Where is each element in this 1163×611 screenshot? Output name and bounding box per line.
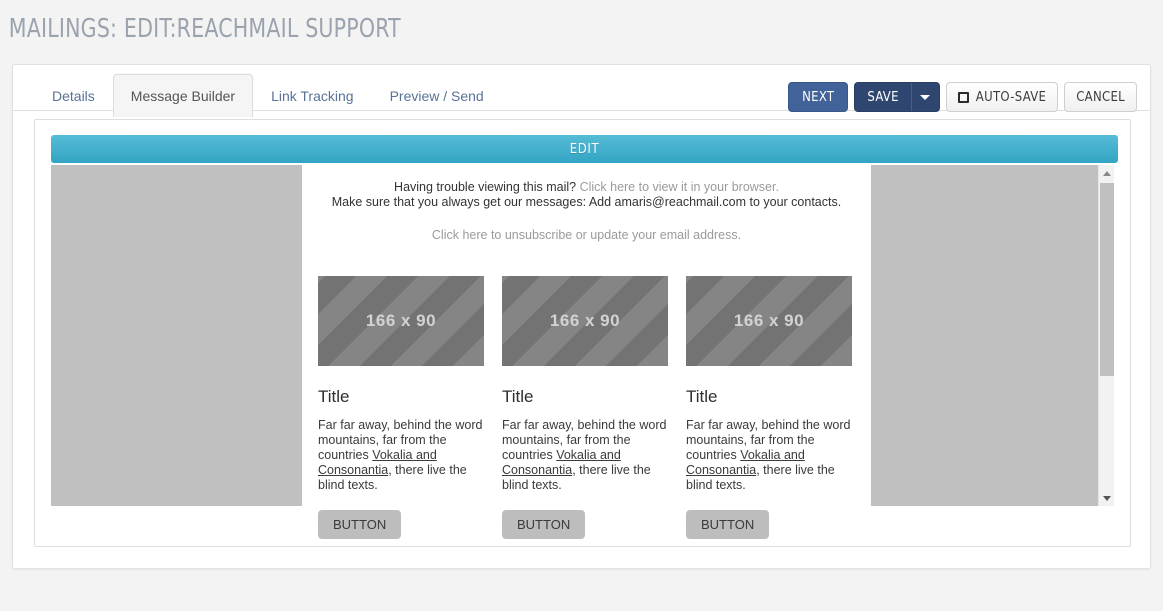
triangle-down-icon bbox=[1103, 496, 1111, 501]
column-text-3: Far far away, behind the word mountains,… bbox=[686, 418, 852, 493]
content-column-3: 166 x 90 Title Far far away, behind the … bbox=[686, 276, 852, 539]
image-placeholder-label: 166 x 90 bbox=[734, 311, 804, 331]
checkbox-icon bbox=[958, 92, 969, 103]
email-body: Having trouble viewing this mail? Click … bbox=[302, 165, 871, 506]
action-buttons: NEXT SAVE AUTO-SAVE CANCEL bbox=[788, 82, 1137, 112]
view-in-browser-link[interactable]: Click here to view it in your browser. bbox=[580, 180, 779, 194]
triangle-up-icon bbox=[1103, 171, 1111, 176]
auto-save-button[interactable]: AUTO-SAVE bbox=[946, 82, 1058, 112]
tab-details[interactable]: Details bbox=[34, 74, 113, 117]
preheader-text: Having trouble viewing this mail? Click … bbox=[302, 180, 871, 210]
save-button[interactable]: SAVE bbox=[855, 83, 910, 111]
column-cta-button-2[interactable]: BUTTON bbox=[502, 510, 585, 539]
column-cta-button-1[interactable]: BUTTON bbox=[318, 510, 401, 539]
column-title-1: Title bbox=[318, 387, 484, 407]
preheader-line-2: Make sure that you always get our messag… bbox=[302, 195, 871, 210]
column-text-2: Far far away, behind the word mountains,… bbox=[502, 418, 668, 493]
column-title-3: Title bbox=[686, 387, 852, 407]
image-placeholder-label: 166 x 90 bbox=[366, 311, 436, 331]
column-text-1: Far far away, behind the word mountains,… bbox=[318, 418, 484, 493]
content-column-2: 166 x 90 Title Far far away, behind the … bbox=[502, 276, 668, 539]
auto-save-label: AUTO-SAVE bbox=[976, 90, 1046, 105]
image-placeholder-3[interactable]: 166 x 90 bbox=[686, 276, 852, 366]
tab-message-builder[interactable]: Message Builder bbox=[113, 74, 253, 117]
canvas-gutter-left bbox=[51, 165, 302, 506]
page-title: MAILINGS: EDIT:REACHMAIL SUPPORT bbox=[0, 0, 1023, 56]
scrollbar-thumb[interactable] bbox=[1100, 183, 1114, 376]
content-column-1: 166 x 90 Title Far far away, behind the … bbox=[318, 276, 484, 539]
image-placeholder-1[interactable]: 166 x 90 bbox=[318, 276, 484, 366]
save-button-group: SAVE bbox=[854, 82, 939, 112]
scroll-up-button[interactable] bbox=[1099, 165, 1115, 181]
three-column-block: 166 x 90 Title Far far away, behind the … bbox=[302, 276, 871, 539]
canvas-scrollbar[interactable] bbox=[1098, 165, 1114, 506]
tab-strip: DetailsMessage BuilderLink TrackingPrevi… bbox=[13, 65, 1150, 111]
scroll-down-button[interactable] bbox=[1099, 490, 1115, 506]
tab-preview-send[interactable]: Preview / Send bbox=[372, 74, 502, 117]
image-placeholder-2[interactable]: 166 x 90 bbox=[502, 276, 668, 366]
edit-bar-button[interactable]: EDIT bbox=[51, 135, 1118, 163]
message-builder-panel: EDIT Having trouble viewing this mail? C… bbox=[34, 119, 1131, 547]
unsubscribe-link[interactable]: Click here to unsubscribe or update your… bbox=[302, 228, 871, 242]
preheader-line-1: Having trouble viewing this mail? Click … bbox=[302, 180, 871, 195]
tab-link-tracking[interactable]: Link Tracking bbox=[253, 74, 371, 117]
column-title-2: Title bbox=[502, 387, 668, 407]
save-dropdown-toggle[interactable] bbox=[911, 83, 939, 111]
canvas-gutter-right bbox=[871, 165, 1108, 506]
cancel-button[interactable]: CANCEL bbox=[1064, 82, 1137, 112]
next-button[interactable]: NEXT bbox=[788, 82, 848, 112]
chevron-down-icon bbox=[920, 95, 930, 100]
preheader-line-1-text: Having trouble viewing this mail? bbox=[394, 180, 576, 194]
column-cta-button-3[interactable]: BUTTON bbox=[686, 510, 769, 539]
email-canvas: Having trouble viewing this mail? Click … bbox=[51, 165, 1118, 506]
main-card: DetailsMessage BuilderLink TrackingPrevi… bbox=[12, 64, 1151, 569]
image-placeholder-label: 166 x 90 bbox=[550, 311, 620, 331]
